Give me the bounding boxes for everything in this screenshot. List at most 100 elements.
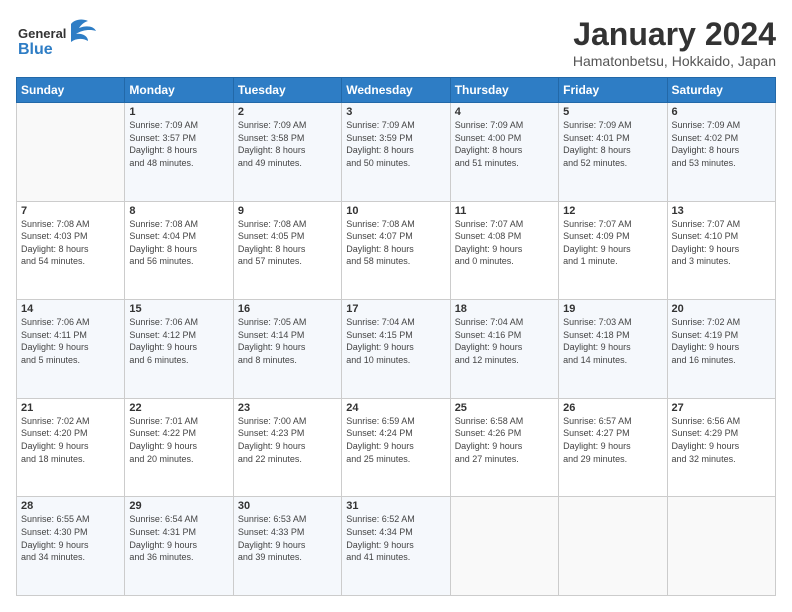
day-info: Sunrise: 6:52 AM Sunset: 4:34 PM Dayligh… xyxy=(346,513,445,563)
day-number: 4 xyxy=(455,106,554,118)
day-info: Sunrise: 6:53 AM Sunset: 4:33 PM Dayligh… xyxy=(238,513,337,563)
calendar-cell: 9Sunrise: 7:08 AM Sunset: 4:05 PM Daylig… xyxy=(233,201,341,300)
calendar-cell: 8Sunrise: 7:08 AM Sunset: 4:04 PM Daylig… xyxy=(125,201,233,300)
svg-text:General: General xyxy=(18,26,66,41)
day-info: Sunrise: 7:04 AM Sunset: 4:16 PM Dayligh… xyxy=(455,316,554,366)
day-number: 18 xyxy=(455,303,554,315)
day-number: 11 xyxy=(455,205,554,217)
day-number: 9 xyxy=(238,205,337,217)
day-info: Sunrise: 7:01 AM Sunset: 4:22 PM Dayligh… xyxy=(129,415,228,465)
calendar-cell: 5Sunrise: 7:09 AM Sunset: 4:01 PM Daylig… xyxy=(559,103,667,202)
calendar-cell: 6Sunrise: 7:09 AM Sunset: 4:02 PM Daylig… xyxy=(667,103,775,202)
location-title: Hamatonbetsu, Hokkaido, Japan xyxy=(573,53,776,69)
day-info: Sunrise: 7:02 AM Sunset: 4:20 PM Dayligh… xyxy=(21,415,120,465)
day-number: 21 xyxy=(21,402,120,414)
calendar-cell: 21Sunrise: 7:02 AM Sunset: 4:20 PM Dayli… xyxy=(17,398,125,497)
day-info: Sunrise: 7:05 AM Sunset: 4:14 PM Dayligh… xyxy=(238,316,337,366)
day-info: Sunrise: 7:06 AM Sunset: 4:11 PM Dayligh… xyxy=(21,316,120,366)
day-number: 28 xyxy=(21,500,120,512)
day-number: 14 xyxy=(21,303,120,315)
calendar-cell: 12Sunrise: 7:07 AM Sunset: 4:09 PM Dayli… xyxy=(559,201,667,300)
calendar-week-row: 21Sunrise: 7:02 AM Sunset: 4:20 PM Dayli… xyxy=(17,398,776,497)
day-number: 23 xyxy=(238,402,337,414)
day-number: 26 xyxy=(563,402,662,414)
calendar-cell: 18Sunrise: 7:04 AM Sunset: 4:16 PM Dayli… xyxy=(450,300,558,399)
day-info: Sunrise: 6:59 AM Sunset: 4:24 PM Dayligh… xyxy=(346,415,445,465)
logo-svg: General Blue xyxy=(16,16,106,61)
day-info: Sunrise: 7:07 AM Sunset: 4:08 PM Dayligh… xyxy=(455,218,554,268)
calendar-cell: 27Sunrise: 6:56 AM Sunset: 4:29 PM Dayli… xyxy=(667,398,775,497)
day-info: Sunrise: 6:57 AM Sunset: 4:27 PM Dayligh… xyxy=(563,415,662,465)
day-info: Sunrise: 7:04 AM Sunset: 4:15 PM Dayligh… xyxy=(346,316,445,366)
day-info: Sunrise: 7:09 AM Sunset: 3:58 PM Dayligh… xyxy=(238,119,337,169)
day-number: 22 xyxy=(129,402,228,414)
day-number: 30 xyxy=(238,500,337,512)
day-number: 16 xyxy=(238,303,337,315)
calendar-table: SundayMondayTuesdayWednesdayThursdayFrid… xyxy=(16,77,776,596)
day-info: Sunrise: 7:08 AM Sunset: 4:03 PM Dayligh… xyxy=(21,218,120,268)
day-number: 12 xyxy=(563,205,662,217)
month-title: January 2024 xyxy=(573,16,776,53)
calendar-cell: 7Sunrise: 7:08 AM Sunset: 4:03 PM Daylig… xyxy=(17,201,125,300)
calendar-header-tuesday: Tuesday xyxy=(233,78,341,103)
calendar-cell: 13Sunrise: 7:07 AM Sunset: 4:10 PM Dayli… xyxy=(667,201,775,300)
day-number: 29 xyxy=(129,500,228,512)
calendar-week-row: 1Sunrise: 7:09 AM Sunset: 3:57 PM Daylig… xyxy=(17,103,776,202)
day-number: 2 xyxy=(238,106,337,118)
day-info: Sunrise: 7:08 AM Sunset: 4:07 PM Dayligh… xyxy=(346,218,445,268)
calendar-cell: 15Sunrise: 7:06 AM Sunset: 4:12 PM Dayli… xyxy=(125,300,233,399)
day-info: Sunrise: 7:03 AM Sunset: 4:18 PM Dayligh… xyxy=(563,316,662,366)
day-number: 24 xyxy=(346,402,445,414)
calendar-cell: 29Sunrise: 6:54 AM Sunset: 4:31 PM Dayli… xyxy=(125,497,233,596)
calendar-cell xyxy=(559,497,667,596)
day-info: Sunrise: 7:09 AM Sunset: 4:02 PM Dayligh… xyxy=(672,119,771,169)
calendar-cell: 26Sunrise: 6:57 AM Sunset: 4:27 PM Dayli… xyxy=(559,398,667,497)
calendar-cell: 25Sunrise: 6:58 AM Sunset: 4:26 PM Dayli… xyxy=(450,398,558,497)
day-info: Sunrise: 7:09 AM Sunset: 4:00 PM Dayligh… xyxy=(455,119,554,169)
day-number: 3 xyxy=(346,106,445,118)
day-info: Sunrise: 7:02 AM Sunset: 4:19 PM Dayligh… xyxy=(672,316,771,366)
calendar-cell: 2Sunrise: 7:09 AM Sunset: 3:58 PM Daylig… xyxy=(233,103,341,202)
day-number: 5 xyxy=(563,106,662,118)
calendar-cell xyxy=(450,497,558,596)
day-info: Sunrise: 7:06 AM Sunset: 4:12 PM Dayligh… xyxy=(129,316,228,366)
day-number: 13 xyxy=(672,205,771,217)
day-number: 6 xyxy=(672,106,771,118)
calendar-header-thursday: Thursday xyxy=(450,78,558,103)
day-number: 10 xyxy=(346,205,445,217)
calendar-header-sunday: Sunday xyxy=(17,78,125,103)
calendar-week-row: 7Sunrise: 7:08 AM Sunset: 4:03 PM Daylig… xyxy=(17,201,776,300)
day-info: Sunrise: 7:09 AM Sunset: 3:57 PM Dayligh… xyxy=(129,119,228,169)
day-number: 8 xyxy=(129,205,228,217)
calendar-week-row: 28Sunrise: 6:55 AM Sunset: 4:30 PM Dayli… xyxy=(17,497,776,596)
calendar-cell: 24Sunrise: 6:59 AM Sunset: 4:24 PM Dayli… xyxy=(342,398,450,497)
calendar-header-row: SundayMondayTuesdayWednesdayThursdayFrid… xyxy=(17,78,776,103)
day-info: Sunrise: 7:07 AM Sunset: 4:10 PM Dayligh… xyxy=(672,218,771,268)
calendar-cell: 20Sunrise: 7:02 AM Sunset: 4:19 PM Dayli… xyxy=(667,300,775,399)
logo: General Blue xyxy=(16,16,106,61)
day-info: Sunrise: 6:55 AM Sunset: 4:30 PM Dayligh… xyxy=(21,513,120,563)
calendar-cell: 11Sunrise: 7:07 AM Sunset: 4:08 PM Dayli… xyxy=(450,201,558,300)
calendar-cell xyxy=(17,103,125,202)
day-info: Sunrise: 6:56 AM Sunset: 4:29 PM Dayligh… xyxy=(672,415,771,465)
day-info: Sunrise: 6:58 AM Sunset: 4:26 PM Dayligh… xyxy=(455,415,554,465)
day-number: 31 xyxy=(346,500,445,512)
calendar-cell: 4Sunrise: 7:09 AM Sunset: 4:00 PM Daylig… xyxy=(450,103,558,202)
svg-text:Blue: Blue xyxy=(18,41,53,58)
day-info: Sunrise: 7:09 AM Sunset: 3:59 PM Dayligh… xyxy=(346,119,445,169)
day-info: Sunrise: 7:08 AM Sunset: 4:04 PM Dayligh… xyxy=(129,218,228,268)
day-number: 25 xyxy=(455,402,554,414)
calendar-cell xyxy=(667,497,775,596)
day-number: 27 xyxy=(672,402,771,414)
calendar-cell: 22Sunrise: 7:01 AM Sunset: 4:22 PM Dayli… xyxy=(125,398,233,497)
calendar-cell: 17Sunrise: 7:04 AM Sunset: 4:15 PM Dayli… xyxy=(342,300,450,399)
day-info: Sunrise: 7:08 AM Sunset: 4:05 PM Dayligh… xyxy=(238,218,337,268)
calendar-cell: 10Sunrise: 7:08 AM Sunset: 4:07 PM Dayli… xyxy=(342,201,450,300)
calendar-cell: 30Sunrise: 6:53 AM Sunset: 4:33 PM Dayli… xyxy=(233,497,341,596)
day-number: 7 xyxy=(21,205,120,217)
day-info: Sunrise: 6:54 AM Sunset: 4:31 PM Dayligh… xyxy=(129,513,228,563)
day-number: 17 xyxy=(346,303,445,315)
calendar-cell: 28Sunrise: 6:55 AM Sunset: 4:30 PM Dayli… xyxy=(17,497,125,596)
calendar-header-friday: Friday xyxy=(559,78,667,103)
calendar-cell: 1Sunrise: 7:09 AM Sunset: 3:57 PM Daylig… xyxy=(125,103,233,202)
